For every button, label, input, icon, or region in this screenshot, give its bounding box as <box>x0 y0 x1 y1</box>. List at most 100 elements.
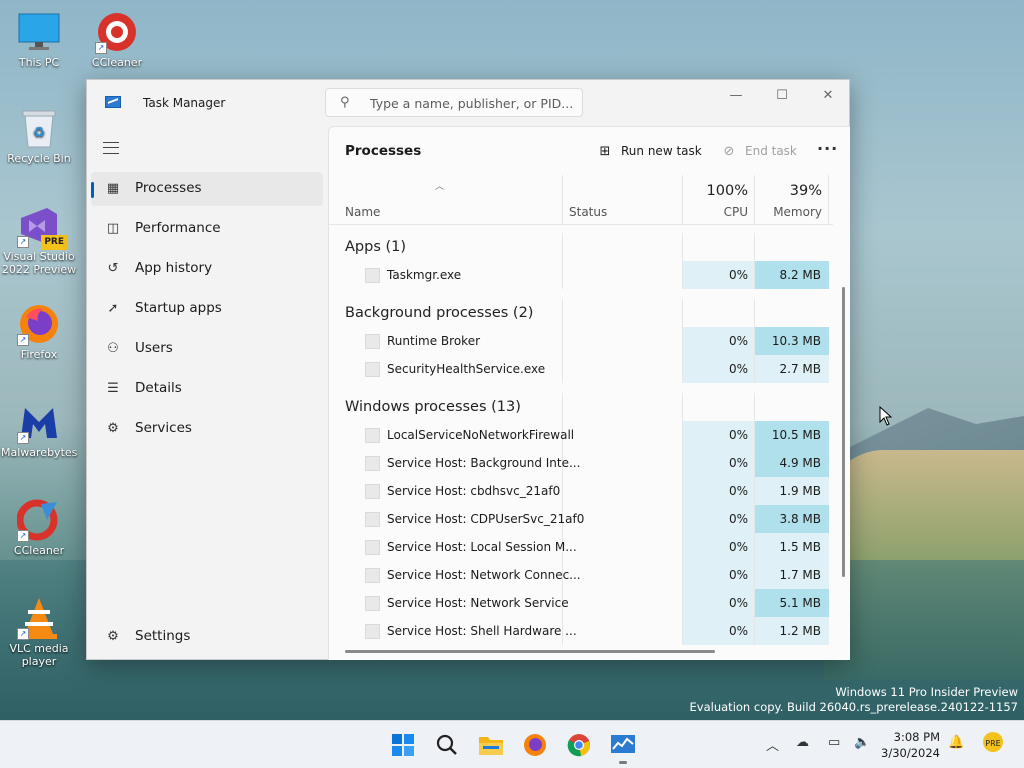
windows-watermark: Windows 11 Pro Insider Preview Evaluatio… <box>690 685 1018 715</box>
process-status <box>563 533 683 561</box>
display-icon[interactable]: ▭ <box>828 735 840 750</box>
close-button[interactable]: ✕ <box>805 80 851 110</box>
users-icon: ⚇ <box>107 340 119 356</box>
table-row[interactable]: Runtime Broker 0% 10.3 MB <box>329 327 833 355</box>
minimize-button[interactable]: — <box>713 80 759 110</box>
title-bar[interactable]: Task Manager ⚲ — ☐ ✕ <box>87 80 849 126</box>
table-row[interactable]: LocalServiceNoNetworkFirewall 0% 10.5 MB <box>329 421 833 449</box>
column-header-memory[interactable]: 39% Memory <box>755 175 829 225</box>
horizontal-scrollbar[interactable] <box>345 650 715 653</box>
process-memory: 1.5 MB <box>755 533 829 561</box>
show-hidden-icons-chevron-icon[interactable]: ︿ <box>766 735 779 754</box>
nav-item-startup-apps[interactable]: ➚ Startup apps <box>91 292 323 326</box>
column-header-cpu[interactable]: 100% CPU <box>683 175 755 225</box>
process-status <box>563 561 683 589</box>
column-header-label: Memory <box>773 205 822 219</box>
window-title: Task Manager <box>143 96 226 110</box>
table-row[interactable]: Service Host: Background Inte... 0% 4.9 … <box>329 449 833 477</box>
table-row[interactable]: Service Host: Network Connec... 0% 1.7 M… <box>329 561 833 589</box>
nav-item-label: App history <box>135 260 213 276</box>
app-history-icon: ↺ <box>107 260 119 276</box>
nav-item-details[interactable]: ☰ Details <box>91 372 323 406</box>
process-memory: 10.3 MB <box>755 327 829 355</box>
end-task-button[interactable]: ⊘ End task <box>721 139 797 163</box>
vertical-scrollbar[interactable] <box>842 287 845 577</box>
process-icon <box>365 512 380 527</box>
process-status <box>563 589 683 617</box>
malwarebytes-icon: ↗ <box>17 400 61 444</box>
nav-item-settings[interactable]: ⚙ Settings <box>91 620 323 654</box>
run-new-task-button[interactable]: ⊞ Run new task <box>597 139 702 163</box>
notification-bell-icon[interactable]: 🔔 <box>948 735 964 750</box>
process-icon <box>365 540 380 555</box>
process-cpu: 0% <box>683 589 755 617</box>
group-label: Background processes (2) <box>345 305 534 321</box>
process-name: Service Host: cbdhsvc_21af0 <box>387 484 561 498</box>
desktop-icon-ccleaner[interactable]: ↗ CCleaner <box>1 498 77 557</box>
desktop-icon-vlc[interactable]: ↗ VLC media player <box>1 596 77 668</box>
group-header-background[interactable]: Background processes (2) <box>329 299 833 327</box>
more-options-button[interactable]: ··· <box>817 139 838 158</box>
column-header-status[interactable]: Status <box>563 175 683 225</box>
desktop-icon-visual-studio[interactable]: PRE ↗ Visual Studio 2022 Preview <box>1 204 77 276</box>
nav-item-users[interactable]: ⚇ Users <box>91 332 323 366</box>
desktop-icon-this-pc[interactable]: This PC <box>1 10 77 69</box>
table-row[interactable]: Service Host: Network Service 0% 5.1 MB <box>329 589 833 617</box>
group-header-apps[interactable]: Apps (1) <box>329 233 833 261</box>
clock-date: 3/30/2024 <box>881 746 940 760</box>
desktop-icon-label: Visual Studio 2022 Preview <box>1 250 77 276</box>
start-icon[interactable] <box>389 731 417 759</box>
nav-item-app-history[interactable]: ↺ App history <box>91 252 323 286</box>
table-row[interactable]: Service Host: cbdhsvc_21af0 0% 1.9 MB <box>329 477 833 505</box>
table-row[interactable]: Service Host: Local Session M... 0% 1.5 … <box>329 533 833 561</box>
desktop-icon-label: Malwarebytes <box>1 446 78 459</box>
ccleaner-icon: ↗ <box>95 10 139 54</box>
memory-total-percent: 39% <box>789 183 822 199</box>
desktop-icon-firefox[interactable]: ↗ Firefox <box>1 302 77 361</box>
task-manager-icon[interactable] <box>609 731 637 764</box>
search-icon[interactable] <box>433 731 461 759</box>
desktop-icon-malwarebytes[interactable]: ↗ Malwarebytes <box>1 400 77 459</box>
process-status <box>563 421 683 449</box>
process-name: Taskmgr.exe <box>387 268 462 282</box>
process-cpu: 0% <box>683 477 755 505</box>
visual-studio-icon: PRE ↗ <box>17 204 67 250</box>
file-explorer-icon[interactable] <box>477 731 505 759</box>
search-box[interactable]: ⚲ <box>325 88 583 117</box>
running-indicator <box>619 761 627 764</box>
page-title: Processes <box>345 143 422 159</box>
firefox-icon[interactable] <box>521 731 549 759</box>
nav-item-processes[interactable]: ▦ Processes <box>91 172 323 206</box>
desktop-icon-recycle-bin[interactable]: ♻ Recycle Bin <box>1 106 77 165</box>
group-header-windows[interactable]: Windows processes (13) <box>329 393 833 421</box>
volume-icon[interactable]: 🔈 <box>854 735 870 750</box>
group-label: Windows processes (13) <box>345 399 521 415</box>
system-clock[interactable]: 3:08 PM 3/30/2024 <box>880 729 940 761</box>
search-icon: ⚲ <box>340 95 350 110</box>
table-row[interactable]: Service Host: CDPUserSvc_21af0 0% 3.8 MB <box>329 505 833 533</box>
insider-preview-badge-icon[interactable]: PRE <box>982 731 1004 757</box>
process-icon <box>365 484 380 499</box>
shortcut-arrow-icon: ↗ <box>95 42 107 54</box>
desktop-icon-label: CCleaner <box>13 544 65 557</box>
network-disconnected-icon[interactable]: ☁ <box>796 735 809 750</box>
end-task-icon: ⊘ <box>723 143 735 159</box>
column-header-name[interactable]: ︿ Name <box>329 175 563 225</box>
table-row[interactable]: SecurityHealthService.exe 0% 2.7 MB <box>329 355 833 383</box>
search-input[interactable] <box>370 93 575 113</box>
nav-item-services[interactable]: ⚙ Services <box>91 412 323 446</box>
process-memory: 5.1 MB <box>755 589 829 617</box>
process-name: Service Host: Background Inte... <box>387 456 581 470</box>
hamburger-menu-icon[interactable] <box>103 142 119 154</box>
maximize-button[interactable]: ☐ <box>759 80 805 110</box>
table-row[interactable]: Service Host: Shell Hardware ... 0% 1.2 … <box>329 617 833 645</box>
nav-item-performance[interactable]: ◫ Performance <box>91 212 323 246</box>
process-cpu: 0% <box>683 449 755 477</box>
desktop-icon-ccleaner-top[interactable]: ↗ CCleaner <box>79 10 155 69</box>
column-header-label: Status <box>569 205 608 219</box>
table-row[interactable]: Taskmgr.exe 0% 8.2 MB <box>329 261 833 289</box>
shortcut-arrow-icon: ↗ <box>17 530 29 542</box>
clock-time: 3:08 PM <box>893 730 940 744</box>
process-table: ︿ Name Status 100% CPU 39% Memory Apps (… <box>329 175 833 645</box>
chrome-icon[interactable] <box>565 731 593 759</box>
